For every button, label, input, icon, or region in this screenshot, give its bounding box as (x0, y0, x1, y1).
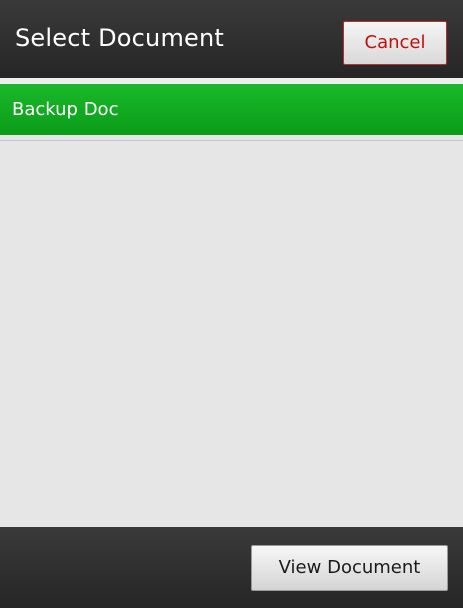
list-item-label: Backup Doc (12, 99, 119, 120)
document-list[interactable]: Backup Doc (0, 84, 463, 527)
page-title: Select Document (15, 24, 225, 52)
view-document-button[interactable]: View Document (251, 545, 448, 591)
list-item-backup-doc[interactable]: Backup Doc (0, 84, 463, 135)
select-document-dialog: Select Document Cancel Backup Doc View D… (0, 0, 463, 608)
list-divider (0, 140, 463, 141)
header-bar: Select Document Cancel (0, 0, 463, 78)
cancel-button[interactable]: Cancel (343, 21, 447, 65)
footer-bar: View Document (0, 527, 463, 608)
